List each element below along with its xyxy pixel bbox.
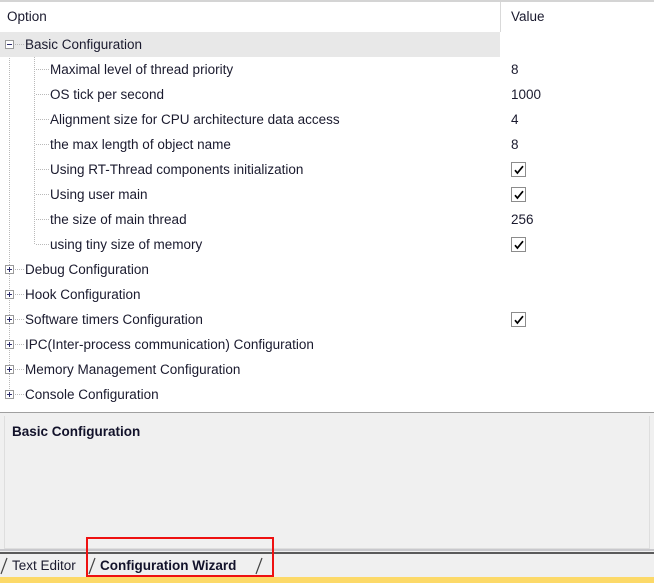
tree-connector-line	[36, 69, 49, 70]
editor-tab-bar[interactable]: Text Editor Configuration Wizard	[0, 554, 654, 577]
tab-separator-middle-icon	[88, 557, 98, 575]
tree-row-label: Debug Configuration	[25, 262, 149, 277]
tree-row[interactable]: Console Configuration	[0, 382, 654, 407]
expand-node-icon[interactable]	[5, 390, 14, 399]
tree-row-label: Alignment size for CPU architecture data…	[50, 112, 340, 127]
tree-connector-line	[36, 219, 49, 220]
value-checkbox[interactable]	[511, 162, 526, 177]
tree-row-label: IPC(Inter-process communication) Configu…	[25, 337, 314, 352]
tree-column-header: Option Value	[0, 2, 654, 32]
tree-rows: Basic Configuration Maximal level of thre…	[0, 32, 654, 407]
tree-connector-line	[15, 344, 25, 345]
tab-text-editor[interactable]: Text Editor	[12, 554, 76, 577]
expand-node-icon[interactable]	[5, 315, 14, 324]
tree-connector-line	[36, 244, 49, 245]
column-header-option[interactable]: Option	[7, 9, 47, 24]
tree-row-label: Software timers Configuration	[25, 312, 203, 327]
tree-row[interactable]: Software timers Configuration	[0, 307, 654, 332]
tree-row-value[interactable]: 256	[511, 207, 534, 232]
collapse-node-icon[interactable]	[5, 40, 14, 49]
tree-connector-line	[36, 144, 49, 145]
tree-row[interactable]: Debug Configuration	[0, 257, 654, 282]
tree-row[interactable]: Using user main	[0, 182, 654, 207]
tab-separator-right-icon	[255, 557, 265, 575]
tree-row-label: Using RT-Thread components initializatio…	[50, 162, 304, 177]
tree-row-label: Basic Configuration	[25, 37, 143, 52]
expand-node-icon[interactable]	[5, 365, 14, 374]
tree-row-value[interactable]: 8	[511, 132, 519, 157]
tree-row[interactable]: using tiny size of memory	[0, 232, 654, 257]
tree-row[interactable]: Memory Management Configuration	[0, 357, 654, 382]
tree-connector-line	[15, 44, 25, 45]
tree-connector-line	[36, 94, 49, 95]
tree-row-label: Hook Configuration	[25, 287, 141, 302]
tree-row[interactable]: Alignment size for CPU architecture data…	[0, 107, 654, 132]
tree-row-label: Memory Management Configuration	[25, 362, 241, 377]
tree-row-label: Maximal level of thread priority	[50, 62, 234, 77]
tree-row[interactable]: the max length of object name 8	[0, 132, 654, 157]
tree-row-value[interactable]: 1000	[511, 82, 541, 107]
tree-row[interactable]: Basic Configuration	[0, 32, 654, 57]
column-header-value[interactable]: Value	[511, 9, 545, 24]
tree-row-label: Console Configuration	[25, 387, 159, 402]
tree-row[interactable]: Maximal level of thread priority 8	[0, 57, 654, 82]
tree-connector-line	[36, 119, 49, 120]
column-divider[interactable]	[500, 2, 501, 32]
tree-connector-line	[36, 169, 49, 170]
tree-connector-line	[15, 394, 25, 395]
tree-connector-line	[15, 319, 25, 320]
tree-row-label: Using user main	[50, 187, 148, 202]
tree-row-label: OS tick per second	[50, 87, 165, 102]
status-bar-strip	[0, 577, 654, 583]
tree-row-label: the max length of object name	[50, 137, 231, 152]
expand-node-icon[interactable]	[5, 265, 14, 274]
value-checkbox[interactable]	[511, 237, 526, 252]
tab-separator-left-icon	[0, 557, 10, 575]
tree-row[interactable]: Using RT-Thread components initializatio…	[0, 157, 654, 182]
tab-configuration-wizard[interactable]: Configuration Wizard	[100, 554, 236, 577]
value-checkbox[interactable]	[511, 187, 526, 202]
description-panel: Basic Configuration	[0, 413, 654, 552]
panel-bottom-edge	[0, 549, 654, 551]
configuration-tree[interactable]: Option Value Basic Configuration Maximal …	[0, 2, 654, 412]
tree-connector-line	[36, 194, 49, 195]
expand-node-icon[interactable]	[5, 290, 14, 299]
tree-row-label: the size of main thread	[50, 212, 187, 227]
tree-row[interactable]: Hook Configuration	[0, 282, 654, 307]
tree-row[interactable]: OS tick per second 1000	[0, 82, 654, 107]
expand-node-icon[interactable]	[5, 340, 14, 349]
tree-row-value[interactable]: 4	[511, 107, 519, 132]
tree-connector-line	[15, 269, 25, 270]
tree-connector-line	[15, 294, 25, 295]
tree-connector-line	[15, 369, 25, 370]
tree-row[interactable]: IPC(Inter-process communication) Configu…	[0, 332, 654, 357]
tree-row-label: using tiny size of memory	[50, 237, 203, 252]
value-checkbox[interactable]	[511, 312, 526, 327]
description-panel-inner: Basic Configuration	[4, 416, 650, 549]
tree-row[interactable]: the size of main thread 256	[0, 207, 654, 232]
tree-row-value[interactable]: 8	[511, 57, 519, 82]
description-title: Basic Configuration	[12, 424, 141, 439]
